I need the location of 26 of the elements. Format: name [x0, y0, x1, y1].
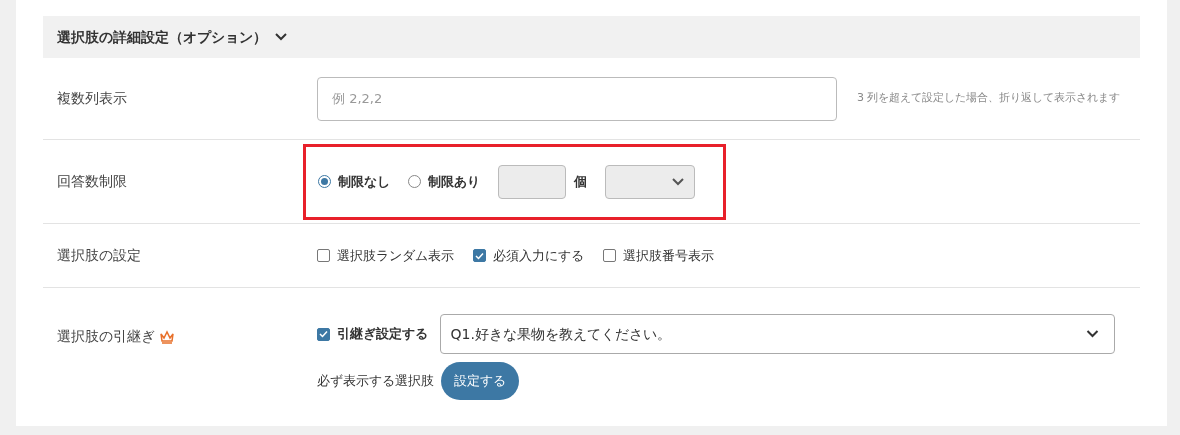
hint-text: 3 列を超えて設定した場合、折り返して表示されます [857, 90, 1121, 107]
radio-button[interactable] [408, 175, 421, 188]
checkbox-label: 必須入力にする [492, 246, 584, 265]
checkbox-label: 引継ぎ設定する [336, 325, 428, 344]
field-label: 選択肢の引継ぎ [57, 327, 155, 346]
question-select[interactable]: Q1.好きな果物を教えてください。 [439, 314, 1115, 354]
checkbox[interactable] [317, 249, 330, 262]
option-label: 制限なし [338, 172, 390, 191]
unit-label: 個 [574, 172, 587, 191]
checkbox[interactable] [603, 249, 616, 262]
radio-button[interactable] [318, 175, 331, 188]
option-label: 制限あり [428, 172, 480, 191]
field-label: 選択肢の設定 [57, 246, 141, 265]
checkbox-label: 選択肢番号表示 [622, 246, 714, 265]
checkbox-label: 選択肢ランダム表示 [336, 246, 454, 265]
settings-button[interactable]: 設定する [440, 362, 519, 400]
count-field[interactable] [498, 164, 566, 199]
field-label: 回答数制限 [57, 172, 127, 191]
text-field[interactable]: 例 2,2,2 [317, 76, 837, 121]
field-label: 複数列表示 [57, 89, 127, 108]
checkbox[interactable] [473, 249, 486, 262]
section-header[interactable]: 選択肢の詳細設定（オプション） [43, 16, 1140, 58]
chevron-down-icon [1084, 330, 1100, 338]
checkbox[interactable] [317, 327, 330, 341]
chevron-down-icon [672, 177, 684, 186]
sub-label: 必ず表示する選択肢 [317, 372, 434, 391]
